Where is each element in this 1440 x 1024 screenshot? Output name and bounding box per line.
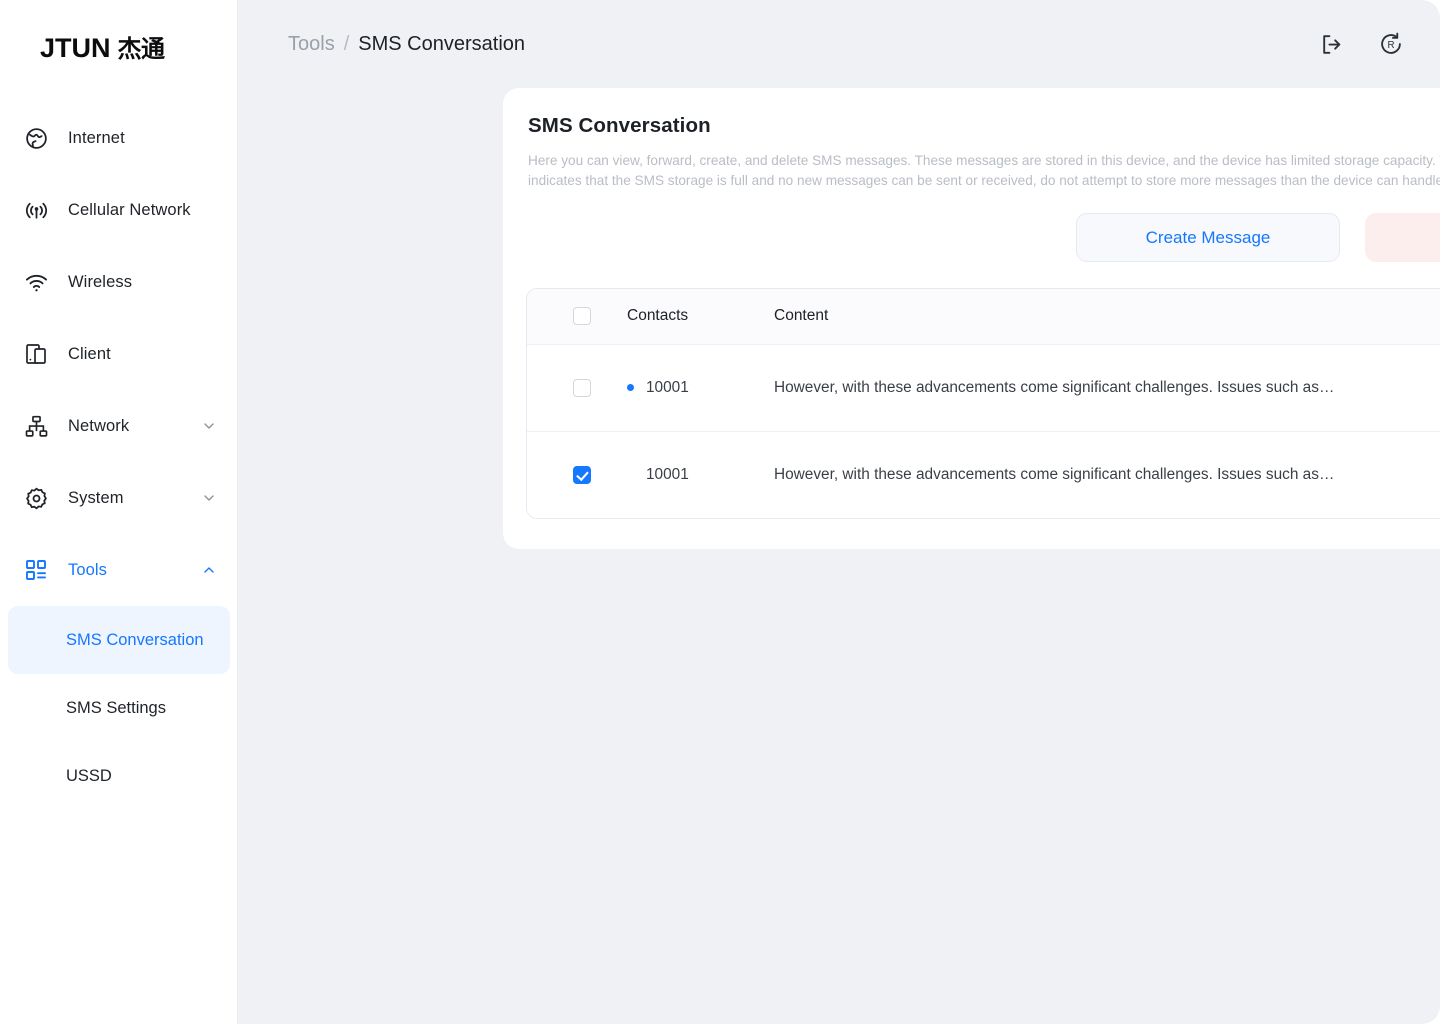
sidebar-item-system[interactable]: System [0,462,237,534]
sidebar-item-label: Network [68,416,130,435]
sidebar-item-ussd[interactable]: USSD [8,742,230,810]
globe-icon [20,122,52,154]
breadcrumb-parent[interactable]: Tools [288,33,335,56]
topbar: Tools / SMS Conversation R [238,0,1440,88]
sidebar-item-label: Cellular Network [68,200,191,219]
gear-icon [20,482,52,514]
sidebar: JTUN 杰通 Internet Cellular Network Wirele… [0,0,238,1024]
wifi-icon [20,266,52,298]
breadcrumb: Tools / SMS Conversation [288,33,525,56]
svg-text:R: R [1387,40,1394,51]
chevron-down-icon[interactable] [201,490,217,506]
row-checkbox[interactable] [573,465,591,484]
signal-tower-icon [20,194,52,226]
row-content-cell: However, with these advancements come si… [774,344,1440,432]
sidebar-item-sms-settings[interactable]: SMS Settings [8,674,230,742]
contact-number: 10001 [646,465,689,483]
sidebar-item-internet[interactable]: Internet [0,102,237,174]
main-area: Tools / SMS Conversation R SMS Conversat… [238,0,1440,1024]
sidebar-item-label: Internet [68,128,125,147]
logout-icon[interactable] [1316,29,1346,59]
column-header-contacts: Contacts [627,289,774,345]
chevron-up-icon[interactable] [201,562,217,578]
app-root: JTUN 杰通 Internet Cellular Network Wirele… [0,0,1440,1024]
row-contact-cell: 10001 [627,344,774,432]
create-message-button[interactable]: Create Message [1076,213,1340,263]
column-header-content: Content [774,289,1440,345]
table-row[interactable]: 10001 However, with these advancements c… [527,344,1440,432]
logo-latin-text: JTUN [40,32,111,63]
table-head: Contacts Content Date [527,289,1440,345]
brand-logo: JTUN 杰通 [0,0,237,92]
row-select-cell [527,431,627,519]
logo-cjk-text: 杰通 [117,34,166,63]
chevron-down-icon[interactable] [201,418,217,434]
message-preview: However, with these advancements come si… [774,465,1335,483]
card-header: SMS Conversation Here you can view, forw… [503,114,1440,191]
contact-number: 10001 [646,378,689,396]
table-row[interactable]: 10001 However, with these advancements c… [527,431,1440,519]
sidebar-item-label: Client [68,344,111,363]
page-title: SMS Conversation [528,114,711,137]
row-contact-cell: 10001 [627,431,774,519]
breadcrumb-separator: / [343,32,350,55]
sidebar-item-client[interactable]: Client [0,318,237,390]
select-all-header [527,289,627,345]
network-nodes-icon [20,410,52,442]
sidebar-subitem-label: SMS Settings [66,698,166,717]
row-select-cell [527,344,627,432]
reboot-icon[interactable]: R [1376,29,1406,59]
message-preview: However, with these advancements come si… [774,378,1335,396]
sidebar-item-wireless[interactable]: Wireless [0,246,237,318]
row-checkbox[interactable] [573,378,591,397]
table-header-row: Contacts Content Date [527,289,1440,345]
sidebar-subitem-label: SMS Conversation [66,630,204,649]
page-description: Here you can view, forward, create, and … [528,153,1440,189]
row-content-cell: However, with these advancements come si… [774,431,1440,519]
unread-dot-icon [627,384,634,392]
topbar-actions: R [1316,29,1406,59]
sidebar-nav: Internet Cellular Network Wireless Clien… [0,102,237,810]
action-buttons: Create Message Delete [503,213,1440,263]
select-all-checkbox[interactable] [573,307,591,326]
sidebar-item-cellular-network[interactable]: Cellular Network [0,174,237,246]
sidebar-item-sms-conversation[interactable]: SMS Conversation [8,606,230,674]
sms-conversation-card: SMS Conversation Here you can view, forw… [503,88,1440,550]
table-body: 10001 However, with these advancements c… [527,344,1440,519]
delete-button[interactable]: Delete [1365,213,1440,263]
grid-list-icon [20,554,52,586]
breadcrumb-current: SMS Conversation [358,32,526,55]
unread-dot-icon [627,471,634,478]
devices-icon [20,338,52,370]
sms-table: Contacts Content Date [526,288,1440,520]
sidebar-item-tools[interactable]: Tools [0,534,237,606]
sidebar-item-label: Wireless [68,272,133,291]
sidebar-item-label: System [68,488,124,507]
sidebar-item-label: Tools [68,560,108,579]
sidebar-subitem-label: USSD [66,766,112,785]
sidebar-item-network[interactable]: Network [0,390,237,462]
